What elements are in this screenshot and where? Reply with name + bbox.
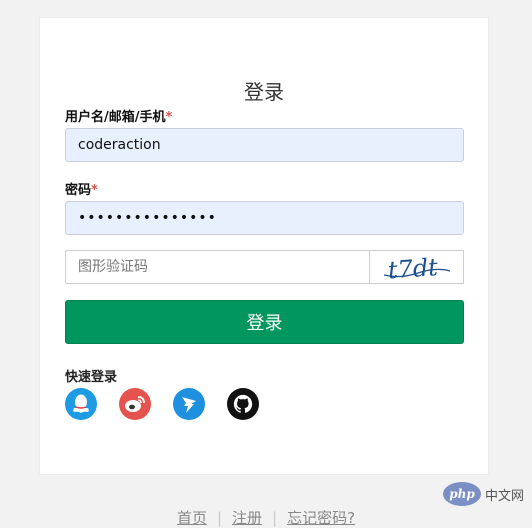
weibo-login-button[interactable] [119,388,151,420]
password-label-text: 密码 [65,183,92,198]
captcha-image-graphic: t7dt [383,253,451,285]
captcha-text: t7dt [387,253,439,284]
required-mark: * [165,110,173,125]
qq-icon [73,394,89,413]
forgot-password-link[interactable]: 忘记密码? [287,509,355,527]
dingtalk-icon [182,397,196,413]
login-card: 登录 用户名/邮箱/手机* 密码* ••••••••••••••• t7dt 登… [39,17,489,475]
github-login-button[interactable] [227,388,259,420]
password-input[interactable]: ••••••••••••••• [65,201,464,235]
github-icon [233,394,253,413]
watermark-text: 中文网 [484,488,524,504]
captcha-input[interactable] [65,250,370,284]
home-link[interactable]: 首页 [177,509,207,527]
password-label: 密码* [65,179,98,198]
register-link[interactable]: 注册 [232,509,262,527]
weibo-icon [125,396,145,412]
watermark: php 中文网 [442,482,524,506]
qq-login-button[interactable] [65,388,97,420]
required-mark: * [91,183,98,198]
page-title: 登录 [244,80,284,104]
php-logo: php [442,482,481,506]
dingtalk-login-button[interactable] [173,388,205,420]
quick-login-label: 快速登录 [65,370,118,385]
divider: | [272,509,278,527]
footer-links: 首页 | 注册 | 忘记密码? [0,507,532,528]
username-input[interactable] [65,128,464,162]
username-label-text: 用户名/邮箱/手机 [65,110,166,125]
divider: | [216,509,223,527]
captcha-image[interactable]: t7dt [369,250,464,285]
quick-login-providers [65,388,259,420]
username-label: 用户名/邮箱/手机* [65,106,172,125]
login-button[interactable]: 登录 [65,300,464,344]
